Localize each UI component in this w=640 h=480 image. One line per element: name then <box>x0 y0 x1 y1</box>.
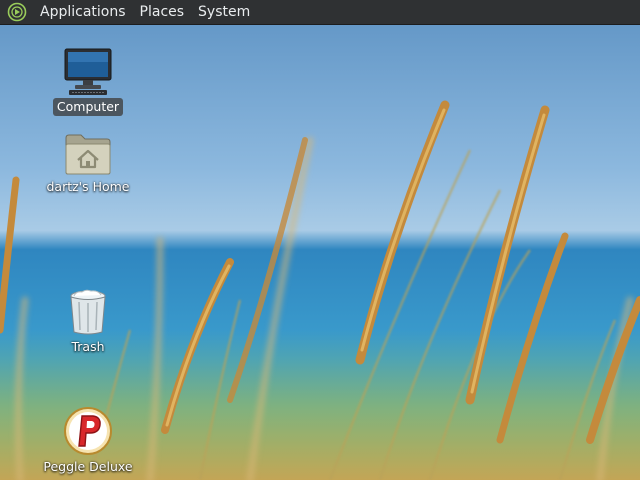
menu-system[interactable]: System <box>191 0 257 25</box>
desktop-icon-home[interactable]: dartz's Home <box>38 124 138 196</box>
desktop-icon-trash[interactable]: Trash <box>38 284 138 356</box>
desktop-icon-label: dartz's Home <box>46 179 130 194</box>
top-panel: Applications Places System <box>0 0 640 25</box>
menu-places[interactable]: Places <box>133 0 192 25</box>
menu-applications[interactable]: Applications <box>33 0 133 25</box>
desktop-icon-peggle[interactable]: Peggle Deluxe <box>38 404 138 476</box>
peggle-icon <box>62 404 114 456</box>
desktop-icon-label: Computer <box>52 98 124 116</box>
trash-icon <box>62 284 114 336</box>
distro-logo-icon[interactable] <box>6 1 28 23</box>
computer-icon <box>62 44 114 96</box>
desktop-icon-label: Trash <box>71 339 105 354</box>
desktop-icon-computer[interactable]: Computer <box>38 44 138 116</box>
home-folder-icon <box>62 124 114 176</box>
desktop-icon-label: Peggle Deluxe <box>43 459 133 474</box>
